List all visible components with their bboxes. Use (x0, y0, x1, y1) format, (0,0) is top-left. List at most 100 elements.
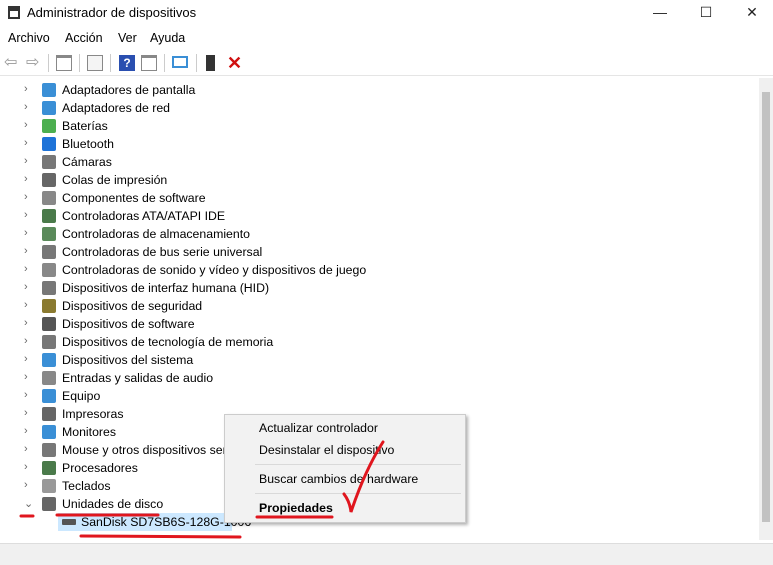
chevron-right-icon[interactable]: › (24, 299, 28, 311)
separator (164, 54, 165, 72)
scrollbar-thumb[interactable] (762, 92, 770, 522)
tree-item-label: Dispositivos del sistema (62, 353, 194, 367)
tree-item-category[interactable]: › Componentes de software (0, 189, 740, 207)
chevron-right-icon[interactable]: › (24, 101, 28, 113)
tree-item-category[interactable]: › Dispositivos de seguridad (0, 297, 740, 315)
vertical-scrollbar[interactable] (759, 78, 773, 540)
tree-item-label: Mouse y otros dispositivos señ (62, 443, 230, 457)
chevron-right-icon[interactable]: › (24, 83, 28, 95)
tree-item-category[interactable]: › Equipo (0, 387, 740, 405)
console-tree-icon[interactable] (56, 55, 72, 71)
tree-item-category[interactable]: › Adaptadores de pantalla (0, 81, 740, 99)
chevron-right-icon[interactable]: › (24, 191, 28, 203)
tree-item-label: Baterías (62, 119, 108, 133)
tree-item-category[interactable]: › Cámaras (0, 153, 740, 171)
tree-item-category[interactable]: › Adaptadores de red (0, 99, 740, 117)
device-category-icon (42, 425, 56, 439)
tree-item-label: Impresoras (62, 407, 124, 421)
chevron-right-icon[interactable]: › (24, 443, 28, 455)
device-category-icon (42, 281, 56, 295)
uninstall-icon[interactable]: ✕ (227, 54, 243, 72)
window-title: Administrador de dispositivos (27, 5, 197, 20)
menu-bar: Archivo Acción Ver Ayuda (0, 29, 773, 49)
toolbar: ⇦ ⇨ ? ✕ (0, 50, 773, 76)
tree-item-label: Bluetooth (62, 137, 114, 151)
device-category-icon (42, 335, 56, 349)
menu-ver[interactable]: Ver (118, 31, 137, 45)
tree-item-label: Procesadores (62, 461, 138, 475)
tree-item-category[interactable]: › Dispositivos de tecnología de memoria (0, 333, 740, 351)
menu-ayuda[interactable]: Ayuda (150, 31, 185, 45)
device-category-icon (42, 83, 56, 97)
menu-accion[interactable]: Acción (65, 31, 103, 45)
tree-item-label: Controladoras de bus serie universal (62, 245, 263, 259)
menu-update-driver[interactable]: Actualizar controlador (259, 421, 378, 435)
tree-item-category[interactable]: › Controladoras de sonido y vídeo y disp… (0, 261, 740, 279)
chevron-right-icon[interactable]: › (24, 353, 28, 365)
device-category-icon (42, 461, 56, 475)
chevron-right-icon[interactable]: › (24, 461, 28, 473)
chevron-right-icon[interactable]: › (24, 317, 28, 329)
device-category-icon (42, 299, 56, 313)
tree-item-category[interactable]: › Controladoras ATA/ATAPI IDE (0, 207, 740, 225)
menu-scan-hardware[interactable]: Buscar cambios de hardware (259, 472, 418, 486)
tree-item-label: Adaptadores de red (62, 101, 171, 115)
tree-item-category[interactable]: › Entradas y salidas de audio (0, 369, 740, 387)
disk-drive-icon (62, 519, 76, 525)
scan-hardware-icon[interactable] (172, 56, 188, 68)
chevron-right-icon[interactable]: › (24, 209, 28, 221)
chevron-down-icon[interactable]: ⌄ (24, 497, 33, 510)
chevron-right-icon[interactable]: › (24, 227, 28, 239)
chevron-right-icon[interactable]: › (24, 173, 28, 185)
back-icon[interactable]: ⇦ (4, 55, 20, 71)
minimize-button[interactable]: — (637, 0, 683, 26)
tree-item-label: Controladoras de almacenamiento (62, 227, 250, 241)
device-category-icon (42, 155, 56, 169)
tree-item-label: Monitores (62, 425, 116, 439)
help-icon[interactable]: ? (119, 55, 135, 71)
chevron-right-icon[interactable]: › (24, 335, 28, 347)
tree-item-label: Dispositivos de seguridad (62, 299, 203, 313)
tree-item-category[interactable]: › Dispositivos de software (0, 315, 740, 333)
device-category-icon (42, 191, 56, 205)
device-category-icon (42, 389, 56, 403)
chevron-right-icon[interactable]: › (24, 137, 28, 149)
update-driver-icon[interactable] (206, 55, 215, 71)
menu-archivo[interactable]: Archivo (8, 31, 50, 45)
chevron-right-icon[interactable]: › (24, 155, 28, 167)
properties-icon[interactable] (87, 55, 103, 71)
device-manager-icon (8, 6, 20, 19)
tree-item-label: Controladoras de sonido y vídeo y dispos… (62, 263, 367, 277)
tree-item-label: Cámaras (62, 155, 112, 169)
device-category-icon (42, 101, 56, 115)
device-category-icon (42, 443, 56, 457)
tree-item-category[interactable]: › Dispositivos del sistema (0, 351, 740, 369)
action-pane-icon[interactable] (141, 55, 157, 71)
tree-item-category[interactable]: › Colas de impresión (0, 171, 740, 189)
chevron-right-icon[interactable]: › (24, 425, 28, 437)
separator (79, 54, 80, 72)
menu-properties[interactable]: Propiedades (259, 501, 333, 515)
chevron-right-icon[interactable]: › (24, 371, 28, 383)
close-button[interactable]: ✕ (729, 0, 773, 26)
chevron-right-icon[interactable]: › (24, 281, 28, 293)
maximize-button[interactable]: ☐ (683, 0, 729, 26)
forward-icon[interactable]: ⇨ (26, 55, 42, 71)
tree-item-label: Adaptadores de pantalla (62, 83, 196, 97)
chevron-right-icon[interactable]: › (24, 245, 28, 257)
menu-uninstall-device[interactable]: Desinstalar el dispositivo (259, 443, 394, 457)
chevron-right-icon[interactable]: › (24, 407, 28, 419)
chevron-right-icon[interactable]: › (24, 389, 28, 401)
tree-item-label: Dispositivos de tecnología de memoria (62, 335, 274, 349)
chevron-right-icon[interactable]: › (24, 263, 28, 275)
tree-item-category[interactable]: › Baterías (0, 117, 740, 135)
chevron-right-icon[interactable]: › (24, 119, 28, 131)
device-category-icon (42, 497, 56, 511)
tree-item-category[interactable]: › Dispositivos de interfaz humana (HID) (0, 279, 740, 297)
tree-item-category[interactable]: › Controladoras de bus serie universal (0, 243, 740, 261)
tree-item-category[interactable]: › Bluetooth (0, 135, 740, 153)
chevron-right-icon[interactable]: › (24, 479, 28, 491)
tree-item-category[interactable]: › Controladoras de almacenamiento (0, 225, 740, 243)
tree-item-label: Colas de impresión (62, 173, 168, 187)
separator (255, 464, 461, 465)
